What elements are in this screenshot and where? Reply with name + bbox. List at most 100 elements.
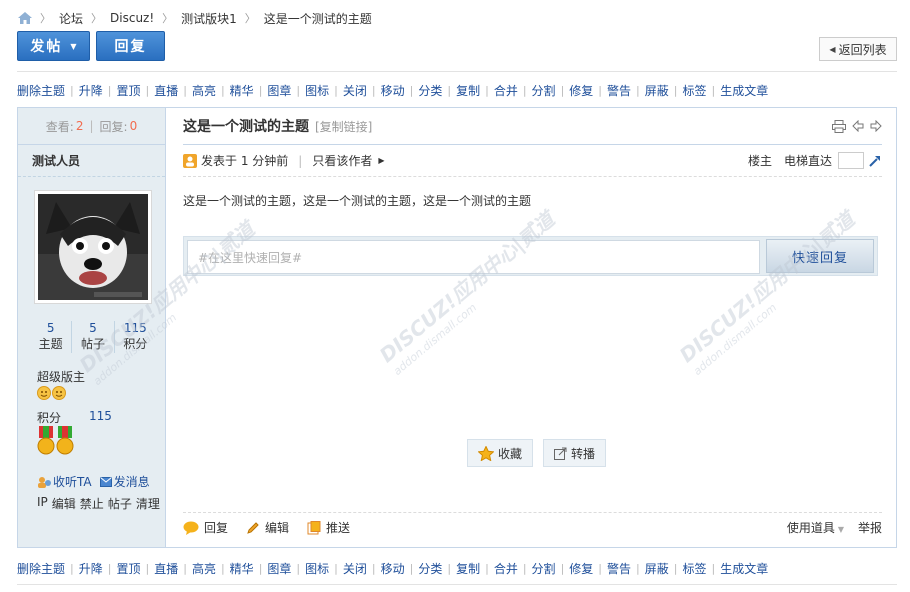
copy-link-button[interactable]: [复制链接] bbox=[315, 118, 372, 135]
mod-split[interactable]: 分割 bbox=[532, 560, 556, 577]
mod-merge[interactable]: 合并 bbox=[494, 560, 518, 577]
posted-time: 发表于 1 分钟前 bbox=[201, 154, 289, 168]
mod-warn[interactable]: 警告 bbox=[607, 82, 631, 99]
user-group[interactable]: 超级版主 bbox=[37, 368, 85, 385]
print-icon[interactable] bbox=[832, 119, 846, 133]
mod-category[interactable]: 分类 bbox=[418, 82, 442, 99]
mod-ban[interactable]: 屏蔽 bbox=[645, 82, 669, 99]
mod-highlight[interactable]: 高亮 bbox=[192, 560, 216, 577]
mod-live[interactable]: 直播 bbox=[154, 560, 178, 577]
author-sidebar: 查看: 2 | 回复: 0 测试人员 5 主题 5 帖子 115 积分 超级版主… bbox=[18, 108, 166, 547]
quick-reply-button[interactable]: 快速回复 bbox=[766, 239, 874, 273]
mod-repair[interactable]: 修复 bbox=[569, 560, 593, 577]
footer-push-button[interactable]: 推送 bbox=[307, 519, 350, 536]
mod-copy[interactable]: 复制 bbox=[456, 560, 480, 577]
back-to-list-label: 返回列表 bbox=[838, 42, 887, 57]
next-thread-icon[interactable] bbox=[870, 120, 882, 132]
mod-live[interactable]: 直播 bbox=[154, 82, 178, 99]
medal-icon[interactable] bbox=[37, 426, 55, 456]
author-posts[interactable]: 5 帖子 bbox=[71, 321, 113, 353]
mod-copy[interactable]: 复制 bbox=[456, 82, 480, 99]
mod-stamp[interactable]: 图章 bbox=[267, 82, 291, 99]
quick-reply-input[interactable]: #在这里快速回复# bbox=[187, 240, 760, 274]
new-post-button[interactable]: 发帖 ▼ bbox=[17, 31, 90, 61]
mod-delete[interactable]: 删除主题 bbox=[17, 560, 65, 577]
star-icon bbox=[478, 445, 494, 461]
floor-label: 楼主 bbox=[747, 154, 772, 168]
mod-tag[interactable]: 标签 bbox=[682, 560, 706, 577]
only-author-link[interactable]: 只看该作者 bbox=[312, 152, 372, 169]
mod-split[interactable]: 分割 bbox=[532, 82, 556, 99]
use-tools-dropdown[interactable]: 使用道具 ▼ bbox=[787, 519, 844, 536]
replies-label: 回复: bbox=[99, 119, 128, 134]
medals bbox=[37, 426, 74, 456]
follow-button[interactable]: 收听TA bbox=[37, 473, 92, 490]
author-actions: 收听TA 发消息 bbox=[37, 473, 150, 490]
mod-move[interactable]: 移动 bbox=[381, 82, 405, 99]
mod-warn[interactable]: 警告 bbox=[607, 560, 631, 577]
mod-category[interactable]: 分类 bbox=[418, 560, 442, 577]
mod-generate-article[interactable]: 生成文章 bbox=[720, 82, 768, 99]
elevator-input[interactable] bbox=[838, 152, 864, 169]
avatar[interactable] bbox=[34, 190, 152, 304]
home-icon[interactable] bbox=[18, 12, 32, 24]
reply-button[interactable]: 回复 bbox=[96, 31, 165, 61]
footer-reply-button[interactable]: 回复 bbox=[183, 519, 228, 536]
prev-thread-icon[interactable] bbox=[852, 120, 864, 132]
breadcrumb-discuz[interactable]: Discuz! bbox=[110, 11, 154, 25]
new-post-label: 发帖 bbox=[30, 39, 63, 55]
author-name[interactable]: 测试人员 bbox=[18, 145, 165, 177]
smiley-icon bbox=[52, 386, 66, 400]
admin-posts[interactable]: 帖子 bbox=[108, 495, 132, 512]
mod-stamp[interactable]: 图章 bbox=[267, 560, 291, 577]
breadcrumb-board[interactable]: 测试版块1 bbox=[181, 10, 237, 27]
moderator-bar-bottom: 删除主题 | 升降 | 置顶 | 直播 | 高亮 | 精华 | 图章 | 图标 | 关闭 | 移动… bbox=[17, 560, 769, 577]
mod-digest[interactable]: 精华 bbox=[230, 82, 254, 99]
admin-ip[interactable]: IP bbox=[37, 495, 48, 512]
caret-down-icon: ▼ bbox=[70, 41, 77, 51]
thread-stats: 查看: 2 | 回复: 0 bbox=[18, 108, 165, 145]
mod-generate-article[interactable]: 生成文章 bbox=[720, 560, 768, 577]
elevator-label: 电梯直达 bbox=[783, 154, 832, 168]
admin-clean[interactable]: 清理 bbox=[136, 495, 160, 512]
smiley-icon bbox=[37, 386, 51, 400]
report-link[interactable]: 举报 bbox=[858, 519, 882, 536]
title-tools bbox=[832, 119, 882, 133]
mod-move[interactable]: 移动 bbox=[381, 560, 405, 577]
admin-ban[interactable]: 禁止 bbox=[80, 495, 104, 512]
favorite-button[interactable]: 收藏 bbox=[467, 439, 534, 467]
thread-title: 这是一个测试的主题 bbox=[183, 119, 309, 135]
mod-sticky[interactable]: 置顶 bbox=[116, 82, 140, 99]
mod-close[interactable]: 关闭 bbox=[343, 560, 367, 577]
author-credits[interactable]: 115 积分 bbox=[113, 321, 156, 353]
mod-sticky[interactable]: 置顶 bbox=[116, 560, 140, 577]
mod-bump[interactable]: 升降 bbox=[79, 82, 103, 99]
mod-icon[interactable]: 图标 bbox=[305, 560, 329, 577]
jump-arrow-icon[interactable] bbox=[868, 154, 882, 168]
mod-delete[interactable]: 删除主题 bbox=[17, 82, 65, 99]
mod-icon[interactable]: 图标 bbox=[305, 82, 329, 99]
post-content: 这是一个测试的主题，这是一个测试的主题，这是一个测试的主题 bbox=[183, 194, 532, 208]
back-to-list-button[interactable]: ◀ 返回列表 bbox=[819, 37, 897, 61]
mod-digest[interactable]: 精华 bbox=[230, 560, 254, 577]
medal-icon[interactable] bbox=[56, 426, 74, 456]
online-user-icon bbox=[183, 153, 197, 168]
mod-ban[interactable]: 屏蔽 bbox=[645, 560, 669, 577]
pencil-icon bbox=[247, 521, 259, 534]
breadcrumb-thread[interactable]: 这是一个测试的主题 bbox=[264, 10, 372, 27]
credit-row: 积分 115 bbox=[37, 409, 112, 425]
footer-edit-button[interactable]: 编辑 bbox=[246, 519, 289, 536]
send-message-button[interactable]: 发消息 bbox=[99, 473, 150, 490]
divider bbox=[17, 584, 897, 585]
post-main: 这是一个测试的主题 [复制链接] 发表于 1 分钟前 | 只看该作者 ▶ 楼主 … bbox=[167, 108, 896, 547]
mod-repair[interactable]: 修复 bbox=[569, 82, 593, 99]
author-threads[interactable]: 5 主题 bbox=[30, 321, 71, 353]
mod-bump[interactable]: 升降 bbox=[79, 560, 103, 577]
breadcrumb-forum[interactable]: 论坛 bbox=[59, 10, 83, 27]
mod-close[interactable]: 关闭 bbox=[343, 82, 367, 99]
admin-edit[interactable]: 编辑 bbox=[52, 495, 76, 512]
mod-highlight[interactable]: 高亮 bbox=[192, 82, 216, 99]
share-button[interactable]: 转播 bbox=[543, 439, 607, 467]
mod-merge[interactable]: 合并 bbox=[494, 82, 518, 99]
mod-tag[interactable]: 标签 bbox=[682, 82, 706, 99]
